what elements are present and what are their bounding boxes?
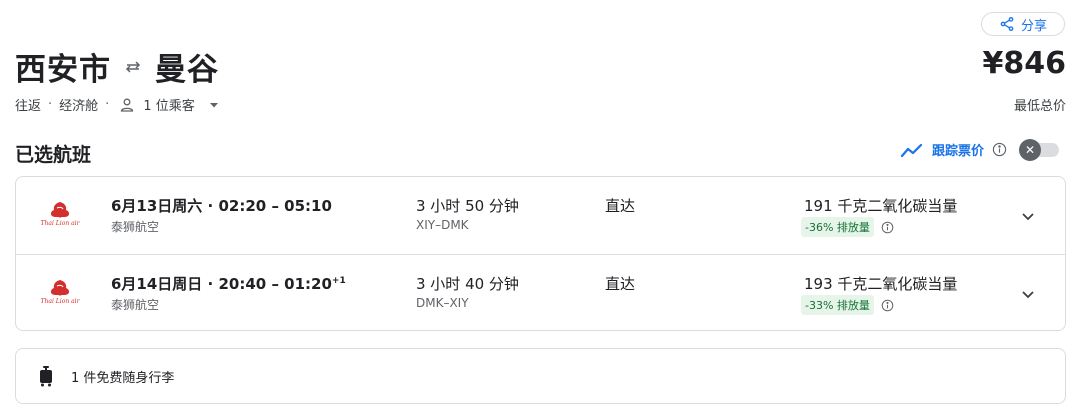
flight-row-return[interactable]: Thai Lion air 6月14日周日 · 20:40 – 01:20+1 … [16,254,1065,331]
origin-city: 西安市 [15,52,111,88]
luggage-icon [40,366,52,387]
flight-duration: 3 小时 50 分钟 [416,197,519,215]
airport-codes: XIY–DMK [416,218,469,232]
close-icon: ✕ [1019,138,1042,161]
selected-flights-list: Thai Lion air 6月13日周六 · 02:20 – 05:10 泰狮… [15,176,1066,331]
person-icon [121,98,134,112]
route-title: 西安市 曼谷 [15,44,219,89]
chevron-down-icon[interactable] [1019,207,1037,225]
cabin-class: 经济舱 [59,99,99,114]
passenger-count[interactable]: 1 位乘客 [143,95,194,114]
flight-times: 6月14日周日 · 20:40 – 01:20+1 [111,275,346,293]
emissions-value: 191 千克二氧化碳当量 [804,197,958,215]
airline-logo-icon [50,280,70,296]
trend-icon [900,143,923,157]
section-title: 已选航班 [15,144,92,166]
emissions-delta-row: -36% 排放量 [801,217,894,237]
emissions-badge: -33% 排放量 [801,295,874,315]
share-icon [1000,17,1014,31]
separator-dot: · [48,97,53,112]
trip-meta: 往返 · 经济舱 · 1 位乘客 [15,95,219,114]
stops-label: 直达 [605,197,636,215]
price-note: 最低总价 [1013,99,1066,114]
share-label: 分享 [1020,18,1047,34]
baggage-text: 1 件免费随身行李 [71,370,175,386]
flight-duration: 3 小时 40 分钟 [416,275,519,293]
destination-city: 曼谷 [155,52,219,88]
stops-label: 直达 [605,275,636,293]
info-icon[interactable] [992,142,1007,157]
airline-name: 泰狮航空 [111,220,160,234]
emissions-delta-row: -33% 排放量 [801,295,894,315]
info-icon[interactable] [881,221,894,234]
swap-arrows-icon [125,60,141,73]
share-button[interactable]: 分享 [981,12,1065,36]
airline-logo-text: Thai Lion air [40,220,80,227]
total-price: ¥846 [982,46,1067,81]
airline-logo: Thai Lion air [40,279,80,309]
emissions-value: 193 千克二氧化碳当量 [804,275,958,293]
flight-times: 6月13日周六 · 02:20 – 05:10 [111,197,332,215]
airline-name: 泰狮航空 [111,298,160,312]
trip-type: 往返 [15,99,42,114]
airport-codes: DMK–XIY [416,296,469,310]
track-prices: 跟踪票价 ✕ [900,138,1060,161]
chevron-down-icon[interactable] [1019,285,1037,303]
info-icon[interactable] [881,299,894,312]
airline-logo: Thai Lion air [40,201,80,231]
track-prices-label[interactable]: 跟踪票价 [932,140,984,159]
baggage-info: 1 件免费随身行李 [15,348,1066,404]
airline-logo-text: Thai Lion air [40,298,80,305]
emissions-badge: -36% 排放量 [801,217,874,237]
track-prices-toggle[interactable]: ✕ [1019,138,1060,161]
caret-down-icon[interactable] [209,100,219,110]
flight-row-outbound[interactable]: Thai Lion air 6月13日周六 · 02:20 – 05:10 泰狮… [16,177,1065,254]
airline-logo-icon [50,202,70,218]
separator-dot: · [105,97,110,112]
